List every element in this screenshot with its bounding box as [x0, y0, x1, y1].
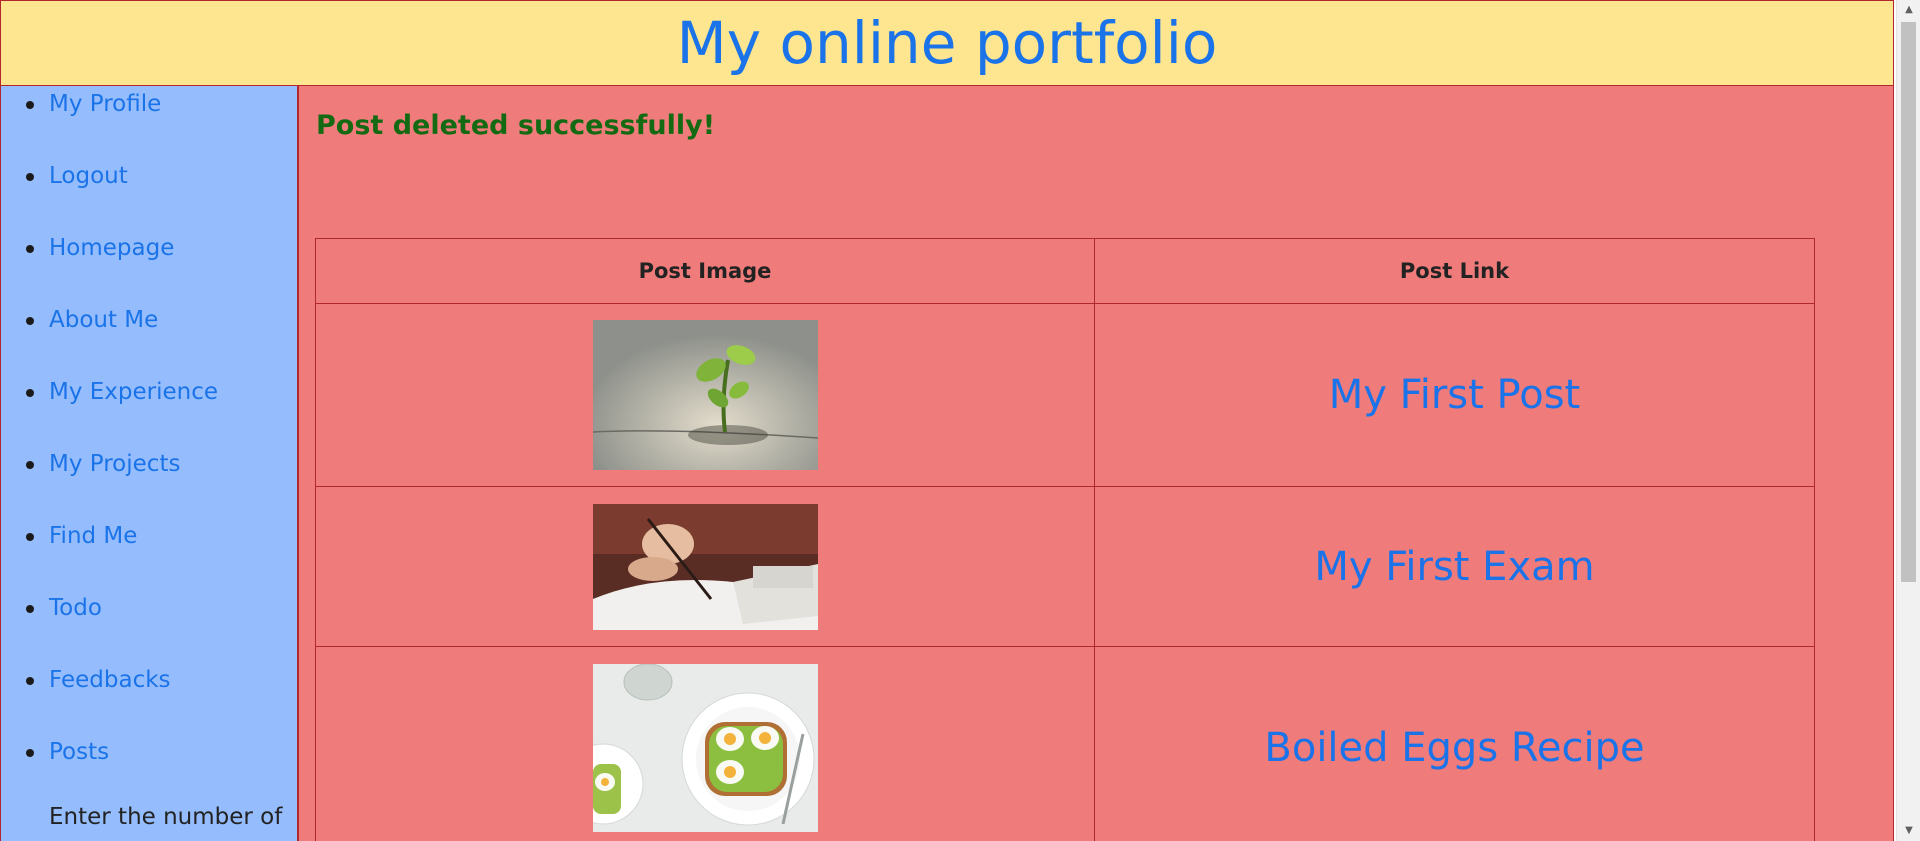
post-link-cell: Boiled Eggs Recipe	[1094, 646, 1815, 841]
sidebar-item-homepage: Homepage	[1, 230, 297, 302]
table-row: My First Exam	[315, 486, 1815, 647]
bullet-icon	[26, 749, 34, 757]
sidebar-link-my-profile[interactable]: My Profile	[49, 91, 161, 117]
page-header: My online portfolio	[0, 0, 1894, 86]
post-link[interactable]: My First Exam	[1314, 544, 1594, 590]
sidebar-link-my-projects[interactable]: My Projects	[49, 451, 180, 477]
post-link[interactable]: Boiled Eggs Recipe	[1264, 725, 1644, 771]
boiled-eggs-toast-image	[592, 664, 818, 832]
post-link[interactable]: My First Post	[1329, 372, 1580, 418]
bullet-icon	[26, 533, 34, 541]
post-image-cell	[315, 486, 1095, 647]
sidebar-item-posts: Posts	[1, 734, 297, 806]
writing-exam-image	[592, 503, 818, 630]
plant-sprout-image	[592, 320, 818, 470]
post-link-cell: My First Post	[1094, 303, 1815, 487]
column-header-post-image: Post Image	[315, 238, 1095, 304]
scrollbar-thumb[interactable]	[1901, 22, 1916, 582]
sidebar-item-my-projects: My Projects	[1, 446, 297, 518]
column-header-post-link: Post Link	[1094, 238, 1815, 304]
sidebar-item-my-experience: My Experience	[1, 374, 297, 446]
bullet-icon	[26, 317, 34, 325]
scroll-down-arrow-icon[interactable]: ▼	[1897, 821, 1920, 841]
sidebar-item-find-me: Find Me	[1, 518, 297, 590]
bullet-icon	[26, 389, 34, 397]
bullet-icon	[26, 677, 34, 685]
main-content: Post deleted successfully! Post Image Po…	[299, 86, 1894, 841]
sidebar-link-posts[interactable]: Posts	[49, 739, 109, 765]
bullet-icon	[26, 605, 34, 613]
sidebar-item-feedbacks: Feedbacks	[1, 662, 297, 734]
vertical-scrollbar[interactable]: ▲ ▼	[1896, 0, 1920, 841]
sidebar-link-about-me[interactable]: About Me	[49, 307, 158, 333]
table-row: Boiled Eggs Recipe	[315, 646, 1815, 841]
sidebar-link-my-experience[interactable]: My Experience	[49, 379, 218, 405]
post-image-cell	[315, 303, 1095, 487]
table-row: My First Post	[315, 303, 1815, 487]
sidebar-list: My Profile Logout Homepage About Me My E…	[1, 86, 297, 806]
posts-table: Post Image Post Link My First Post My Fi…	[315, 238, 1815, 841]
sidebar-link-find-me[interactable]: Find Me	[49, 523, 137, 549]
sidebar-link-homepage[interactable]: Homepage	[49, 235, 174, 261]
post-image-cell	[315, 646, 1095, 841]
sidebar-nav: My Profile Logout Homepage About Me My E…	[0, 86, 299, 841]
post-link-cell: My First Exam	[1094, 486, 1815, 647]
page: My online portfolio My Profile Logout Ho…	[0, 0, 1896, 841]
sidebar-item-my-profile: My Profile	[1, 86, 297, 158]
status-message: Post deleted successfully!	[316, 110, 716, 141]
page-title: My online portfolio	[676, 9, 1218, 77]
sidebar-link-logout[interactable]: Logout	[49, 163, 128, 189]
sidebar-note: Enter the number of	[49, 804, 283, 830]
sidebar-item-logout: Logout	[1, 158, 297, 230]
bullet-icon	[26, 245, 34, 253]
bullet-icon	[26, 173, 34, 181]
table-header-row: Post Image Post Link	[315, 238, 1815, 304]
sidebar-item-about-me: About Me	[1, 302, 297, 374]
bullet-icon	[26, 461, 34, 469]
sidebar-link-todo[interactable]: Todo	[49, 595, 102, 621]
sidebar-item-todo: Todo	[1, 590, 297, 662]
sidebar-link-feedbacks[interactable]: Feedbacks	[49, 667, 171, 693]
scroll-up-arrow-icon[interactable]: ▲	[1897, 0, 1920, 20]
bullet-icon	[26, 101, 34, 109]
